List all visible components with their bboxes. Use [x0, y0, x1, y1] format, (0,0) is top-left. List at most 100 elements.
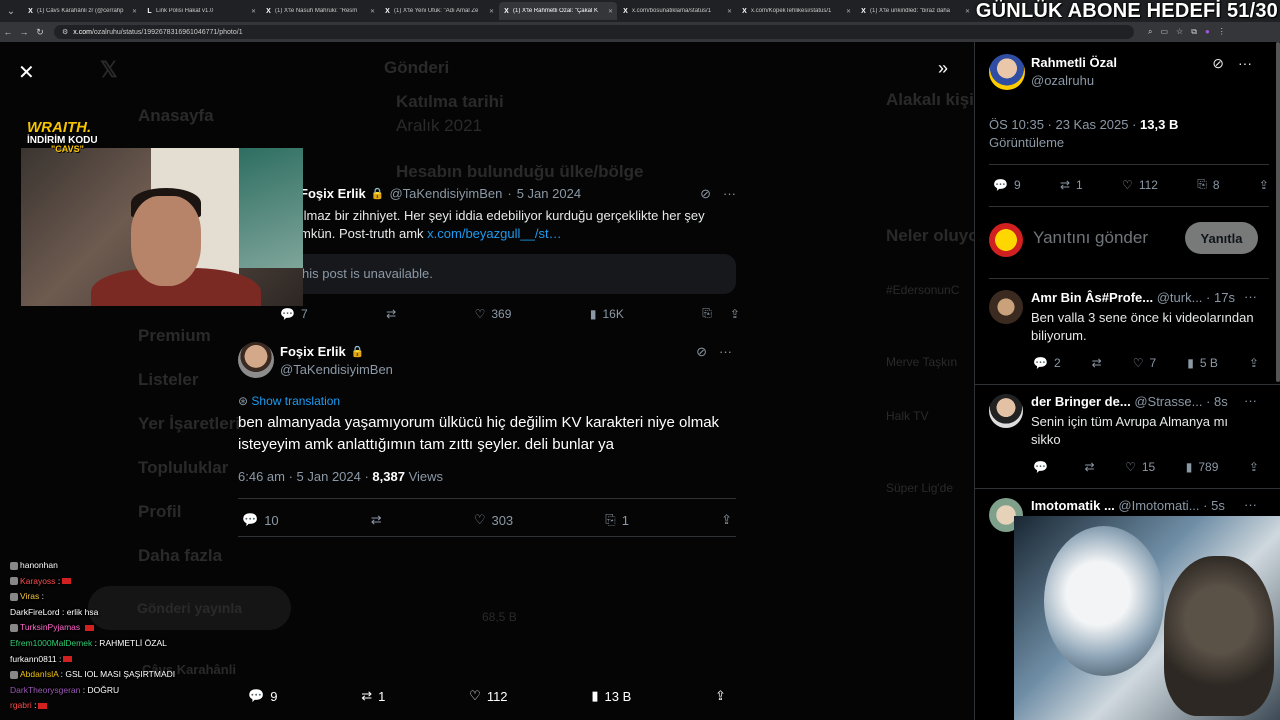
views-button[interactable]: ▮ 13 B — [591, 688, 631, 704]
close-tab-icon[interactable]: ✕ — [965, 8, 970, 15]
browser-tab[interactable]: X (1) X'te Yeni Ufuk: "Adı Amal Ze ✕ — [380, 2, 498, 20]
like-button[interactable]: ♡ 369 — [475, 306, 512, 321]
nav-home[interactable]: Anasayfa — [138, 106, 214, 126]
reply-time[interactable]: · 8s — [1206, 394, 1228, 409]
nav-communities[interactable]: Topluluklar — [138, 458, 228, 478]
repost-button[interactable]: ⇄ — [386, 306, 396, 321]
repost-button[interactable]: ⇄ — [1084, 460, 1094, 474]
trend-item[interactable]: Süper Lig'de — [886, 481, 953, 495]
close-tab-icon[interactable]: ✕ — [251, 8, 256, 15]
author-handle[interactable]: @ozalruhu — [1031, 73, 1094, 88]
back-icon[interactable]: ← — [0, 27, 16, 37]
double-chevron-right-icon[interactable]: » — [938, 58, 948, 79]
avatar[interactable] — [989, 394, 1023, 428]
views-button[interactable]: ▮ 789 — [1186, 460, 1219, 474]
avatar[interactable] — [238, 342, 274, 378]
more-icon[interactable]: ··· — [1244, 289, 1257, 304]
scrollbar[interactable] — [1276, 42, 1280, 382]
share-button[interactable]: ⇪ — [715, 688, 726, 704]
views-button[interactable]: ▮ 16K — [590, 306, 624, 321]
profile-icon[interactable]: ● — [1205, 27, 1210, 37]
reply-button[interactable]: 💬 10 — [242, 512, 279, 528]
more-icon[interactable]: ··· — [1244, 497, 1257, 512]
cast-icon[interactable]: ▭ — [1160, 27, 1168, 37]
menu-icon[interactable]: ⋮ — [1218, 27, 1226, 37]
tab-search-icon[interactable]: ⌄ — [0, 0, 22, 22]
more-icon[interactable]: ··· — [1238, 55, 1252, 72]
nav-bookmarks[interactable]: Yer İşaretleri — [138, 414, 240, 434]
reply-input[interactable]: Yanıtını gönder — [1033, 228, 1148, 248]
browser-tab[interactable]: L Link Polisi Hakat v1.0 ✕ — [142, 2, 260, 20]
reply-author-handle[interactable]: @Strasse... — [1134, 394, 1202, 409]
reply-author-handle[interactable]: @turk... — [1157, 290, 1203, 305]
trend-item[interactable]: #EdersonunC — [886, 283, 959, 297]
views-button[interactable]: ▮ 5 B — [1187, 356, 1218, 370]
browser-tab[interactable]: Xx.com/KopekTehlikesi/status/1 ✕ — [737, 2, 855, 20]
nav-premium[interactable]: Premium — [138, 326, 211, 346]
more-icon[interactable]: ··· — [723, 186, 736, 202]
zoom-icon[interactable]: ⌕ — [1148, 27, 1152, 37]
close-tab-icon[interactable]: ✕ — [489, 8, 494, 15]
author-handle[interactable]: @TaKendisiyimBen — [389, 186, 502, 201]
trend-item[interactable]: Halk TV — [886, 409, 928, 423]
share-button[interactable]: ⇪ — [1249, 356, 1259, 370]
browser-tab[interactable]: Xx.com/bosunatiklama/status/1 ✕ — [618, 2, 736, 20]
show-translation-link[interactable]: ⊛ Show translation — [238, 394, 340, 408]
repost-button[interactable]: ⇄ 1 — [361, 688, 385, 704]
trend-item[interactable]: Merve Taşkın — [886, 355, 957, 369]
reply-author-name[interactable]: der Bringer de... — [1031, 394, 1131, 409]
reply-author-handle[interactable]: @Imotomati... — [1118, 498, 1199, 513]
avatar[interactable] — [989, 290, 1023, 324]
avatar[interactable] — [989, 223, 1023, 257]
browser-tab[interactable]: X (1) Câvs Karahânli zr (@cerrahp ✕ — [23, 2, 141, 20]
reply-button[interactable]: 💬 2 — [1033, 356, 1061, 370]
author-handle[interactable]: @TaKendisiyimBen — [280, 362, 393, 377]
close-icon[interactable]: ✕ — [18, 60, 35, 85]
reply-time[interactable]: · 5s — [1203, 498, 1225, 513]
close-tab-icon[interactable]: ✕ — [132, 8, 137, 15]
reply-button[interactable]: 💬 7 — [280, 306, 308, 321]
more-icon[interactable]: ··· — [1244, 393, 1257, 408]
like-button[interactable]: ♡ 303 — [474, 512, 513, 528]
bookmark-button[interactable]: ⎘ 1 — [605, 512, 629, 528]
grok-icon[interactable]: ⊘ — [700, 186, 711, 202]
tweet-date[interactable]: 5 Jan 2024 — [517, 186, 581, 201]
reply-author-name[interactable]: Amr Bin Âs#Profe... — [1031, 290, 1153, 305]
grok-icon[interactable]: ⊘ — [696, 344, 707, 360]
reply-time[interactable]: · 17s — [1206, 290, 1235, 305]
bookmark-button[interactable]: ⎘ 8 — [1197, 177, 1219, 192]
share-button[interactable]: ⇪ — [1249, 460, 1259, 474]
avatar[interactable] — [989, 54, 1025, 90]
like-button[interactable]: ♡ 15 — [1125, 460, 1155, 474]
browser-tab-active[interactable]: X (1) X'te Rahmetli Özal: "Çakal K ✕ — [499, 2, 617, 20]
extensions-icon[interactable]: ⧉ — [1191, 27, 1197, 37]
forward-icon[interactable]: → — [16, 27, 32, 37]
browser-tab[interactable]: X (1) X'te unkindled: "biraz daha ✕ — [856, 2, 974, 20]
author-name[interactable]: Foşix Erlik — [280, 344, 346, 359]
share-icon[interactable]: ⇪ — [730, 307, 740, 321]
more-icon[interactable]: ··· — [719, 344, 732, 360]
like-button[interactable]: ♡ 112 — [469, 688, 507, 704]
share-button[interactable]: ⇪ — [721, 512, 732, 528]
share-button[interactable]: ⇪ — [1259, 177, 1269, 192]
repost-button[interactable]: ⇄ — [1092, 356, 1102, 370]
grok-icon[interactable]: ⊘ — [1212, 55, 1224, 72]
close-tab-icon[interactable]: ✕ — [846, 8, 851, 15]
bookmark-button[interactable]: ⎘ ⇪ — [702, 306, 740, 321]
bookmark-star-icon[interactable]: ☆ — [1176, 27, 1183, 37]
reply-author-name[interactable]: Imotomatik ... — [1031, 498, 1115, 513]
close-tab-icon[interactable]: ✕ — [370, 8, 375, 15]
nav-profile[interactable]: Profil — [138, 502, 181, 522]
repost-button[interactable]: ⇄ 1 — [1060, 177, 1083, 192]
url-field[interactable]: ⚙ x.com/ozalruhu/status/1992678316961046… — [54, 25, 1134, 39]
reply-submit-button[interactable]: Yanıtla — [1185, 222, 1258, 254]
timestamp-text[interactable]: ÖS 10:35 · 23 Kas 2025 · — [989, 117, 1140, 132]
browser-tab[interactable]: X (1) X'te Nasuh Mahruki: "Resm ✕ — [261, 2, 379, 20]
close-tab-icon[interactable]: ✕ — [727, 8, 732, 15]
author-name[interactable]: Foşix Erlik — [300, 186, 366, 201]
reload-icon[interactable]: ↻ — [32, 27, 48, 38]
close-tab-icon[interactable]: ✕ — [608, 8, 613, 15]
like-button[interactable]: ♡ 7 — [1133, 356, 1156, 370]
author-name[interactable]: Rahmetli Özal — [1031, 55, 1117, 70]
quoted-tweet[interactable]: Foşix Erlik 🔒 @TaKendisiyimBen · 5 Jan 2… — [300, 186, 740, 243]
